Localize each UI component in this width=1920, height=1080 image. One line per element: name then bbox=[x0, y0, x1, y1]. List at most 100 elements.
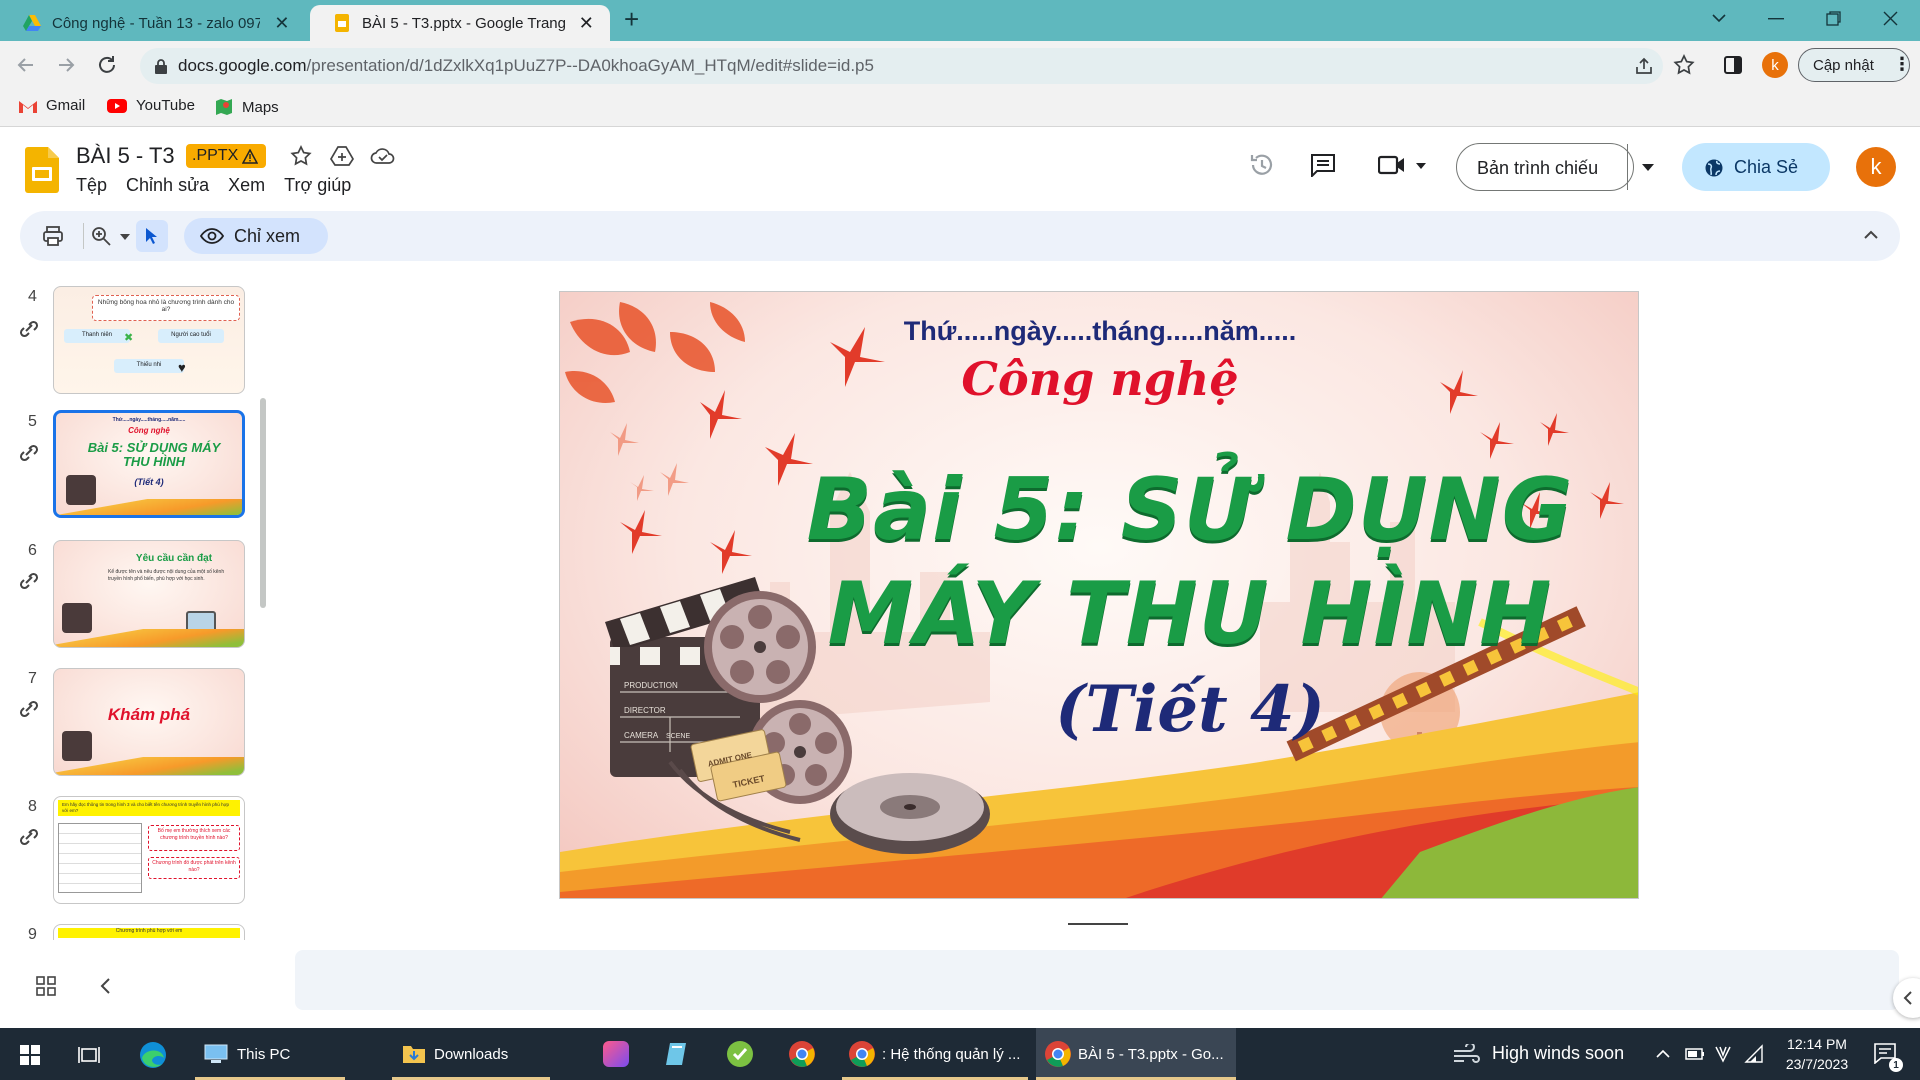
menu-edit[interactable]: Chỉnh sửa bbox=[126, 175, 209, 196]
comments-icon[interactable] bbox=[1310, 153, 1336, 177]
new-tab-button[interactable]: + bbox=[624, 4, 639, 35]
chrome-icon[interactable] bbox=[788, 1040, 816, 1068]
slide-thumbnail-8[interactable]: Em hãy đọc thông tin trong hình 3 và cho… bbox=[53, 796, 245, 904]
slides-logo-icon[interactable] bbox=[25, 147, 59, 193]
doc-title[interactable]: BÀI 5 - T3 bbox=[76, 143, 175, 169]
share-page-icon[interactable] bbox=[1634, 56, 1654, 76]
share-button[interactable]: Chia Sẻ bbox=[1682, 143, 1830, 191]
bookmark-star-icon[interactable] bbox=[1673, 54, 1695, 76]
tab-title: Công nghệ - Tuần 13 - zalo 0972 bbox=[52, 14, 261, 32]
close-tab-icon[interactable]: ✕ bbox=[579, 13, 596, 34]
caret-down-icon[interactable] bbox=[1416, 163, 1426, 169]
address-bar[interactable]: docs.google.com/presentation/d/1dZxlkXq1… bbox=[140, 48, 1663, 84]
side-panel-icon[interactable] bbox=[1723, 55, 1743, 75]
chrome-icon bbox=[1045, 1041, 1071, 1067]
back-icon[interactable] bbox=[16, 55, 36, 75]
slide-thumbnail-9[interactable]: Chương trình phù hợp với em bbox=[53, 924, 245, 940]
wind-icon[interactable] bbox=[1452, 1044, 1482, 1064]
thumb-text: Em hãy đọc thông tin trong hình 3 và cho… bbox=[58, 800, 240, 816]
caret-down-icon[interactable] bbox=[120, 234, 130, 240]
taskbar-downloads[interactable]: Downloads bbox=[392, 1028, 550, 1080]
slide-canvas[interactable]: PRODUCTION DIRECTOR CAMERA SCENE ADMIT O… bbox=[559, 291, 1639, 899]
select-tool-button[interactable] bbox=[136, 220, 168, 252]
cloud-saved-icon[interactable] bbox=[370, 147, 396, 165]
menu-file[interactable]: Tệp bbox=[76, 175, 107, 196]
thumb-text: Bài 5: SỬ DỤNG MÁY THU HÌNH bbox=[87, 440, 221, 469]
windows-start-icon[interactable] bbox=[20, 1045, 40, 1065]
menu-view[interactable]: Xem bbox=[228, 175, 265, 196]
url-host: docs.google.com bbox=[178, 56, 307, 75]
chrome-icon bbox=[849, 1041, 875, 1067]
chevron-down-icon[interactable] bbox=[1712, 13, 1726, 23]
filmstrip-panel: 4 Những bông hoa nhỏ là chương trình dàn… bbox=[0, 270, 270, 940]
globe-icon bbox=[1705, 159, 1723, 177]
collapse-filmstrip-icon[interactable] bbox=[99, 977, 111, 995]
photos-app-icon[interactable] bbox=[603, 1041, 629, 1067]
update-label: Cập nhật bbox=[1813, 57, 1874, 74]
collapse-toolbar-icon[interactable] bbox=[1864, 230, 1878, 239]
filmstrip-scrollbar[interactable] bbox=[260, 398, 266, 608]
taskbar-label: This PC bbox=[237, 1045, 291, 1063]
tray-overflow-icon[interactable] bbox=[1656, 1049, 1670, 1058]
clapper-text: SCENE bbox=[666, 733, 690, 740]
close-window-icon[interactable] bbox=[1883, 11, 1898, 26]
notes-resize-handle[interactable] bbox=[1068, 923, 1128, 925]
close-tab-icon[interactable]: ✕ bbox=[274, 13, 292, 34]
slide-thumbnail-7[interactable]: Khám phá bbox=[53, 668, 245, 776]
account-avatar[interactable]: k bbox=[1856, 147, 1896, 187]
clock-time[interactable]: 12:14 PM bbox=[1782, 1036, 1852, 1052]
meet-icon[interactable] bbox=[1378, 155, 1406, 175]
maximize-icon[interactable] bbox=[1826, 11, 1841, 26]
edge-icon[interactable] bbox=[138, 1040, 168, 1070]
view-only-chip[interactable]: Chỉ xem bbox=[184, 218, 328, 254]
network-icon[interactable] bbox=[1744, 1044, 1764, 1064]
minimize-icon[interactable] bbox=[1768, 18, 1784, 20]
youtube-icon bbox=[107, 98, 127, 113]
cross-icon: ✖ bbox=[124, 332, 134, 344]
bookmark-label: Gmail bbox=[46, 97, 86, 114]
browser-toolbar: docs.google.com/presentation/d/1dZxlkXq1… bbox=[0, 41, 1920, 89]
reload-icon[interactable] bbox=[96, 54, 118, 76]
share-label: Chia Sẻ bbox=[1734, 157, 1799, 177]
profile-avatar[interactable]: k bbox=[1762, 52, 1788, 78]
slide-number: 4 bbox=[28, 288, 37, 305]
taskbar-this-pc[interactable]: This PC bbox=[195, 1028, 345, 1080]
slideshow-options-icon[interactable] bbox=[1642, 164, 1654, 171]
bookmark-maps[interactable]: Maps bbox=[214, 97, 279, 117]
pptx-badge[interactable]: .PPTX bbox=[186, 144, 266, 168]
speaker-notes[interactable] bbox=[295, 950, 1899, 1010]
weather-text[interactable]: High winds soon bbox=[1492, 1043, 1624, 1064]
forward-icon[interactable] bbox=[56, 55, 76, 75]
slide-thumbnail-4[interactable]: Những bông hoa nhỏ là chương trình dành … bbox=[53, 286, 245, 394]
divider bbox=[83, 223, 84, 249]
task-view-icon[interactable] bbox=[78, 1045, 100, 1065]
update-button[interactable]: Cập nhật ⋮ bbox=[1798, 48, 1911, 82]
notes-app-icon[interactable] bbox=[664, 1041, 690, 1067]
bookmark-gmail[interactable]: Gmail bbox=[18, 97, 85, 114]
vpn-icon[interactable] bbox=[1714, 1045, 1732, 1063]
move-to-drive-icon[interactable] bbox=[330, 145, 354, 167]
print-icon[interactable] bbox=[42, 225, 64, 247]
zoom-icon[interactable] bbox=[90, 225, 112, 247]
slide-thumbnail-5[interactable]: Thứ.....ngày.....tháng.....năm..... Công… bbox=[53, 410, 245, 518]
tab-drive[interactable]: Công nghệ - Tuần 13 - zalo 0972 ✕ bbox=[0, 5, 306, 41]
bookmark-label: Maps bbox=[242, 98, 279, 116]
bookmark-youtube[interactable]: YouTube bbox=[106, 97, 195, 114]
taskbar-chrome-window-2[interactable]: BÀI 5 - T3.pptx - Go... bbox=[1036, 1028, 1236, 1080]
version-history-icon[interactable] bbox=[1248, 151, 1276, 179]
grid-view-icon[interactable] bbox=[36, 976, 56, 996]
taskbar-chrome-window-1[interactable]: : Hệ thống quản lý ... bbox=[842, 1028, 1028, 1080]
slideshow-button[interactable]: Bản trình chiếu bbox=[1477, 158, 1598, 179]
thumb-text: Thứ.....ngày.....tháng.....năm..... bbox=[112, 417, 186, 423]
tab-slides[interactable]: BÀI 5 - T3.pptx - Google Trang tí ✕ bbox=[310, 5, 610, 41]
side-panel-toggle[interactable] bbox=[1893, 978, 1920, 1018]
linked-slide-icon bbox=[19, 572, 39, 590]
menu-help[interactable]: Trợ giúp bbox=[284, 175, 351, 196]
slide-thumbnail-6[interactable]: Yêu cầu cần đạt Kể được tên và nêu được … bbox=[53, 540, 245, 648]
star-icon[interactable] bbox=[290, 145, 312, 167]
coccoc-icon[interactable] bbox=[726, 1040, 754, 1068]
clock-date[interactable]: 23/7/2023 bbox=[1778, 1056, 1856, 1072]
clapper-text: DIRECTOR bbox=[624, 706, 666, 715]
taskbar-label: BÀI 5 - T3.pptx - Go... bbox=[1078, 1045, 1224, 1063]
battery-icon[interactable] bbox=[1685, 1047, 1705, 1061]
